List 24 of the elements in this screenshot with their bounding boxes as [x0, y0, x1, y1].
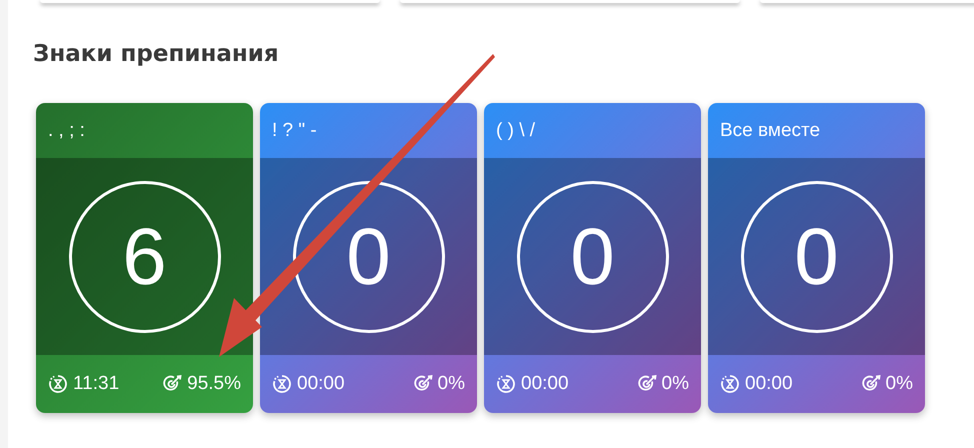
time-text: 00:00 [297, 373, 345, 395]
accuracy-text: 95.5% [187, 373, 241, 395]
accuracy-text: 0% [886, 373, 913, 395]
accuracy-text: 0% [438, 373, 465, 395]
card-title: ! ? " - [272, 120, 317, 142]
card-title: ( ) \ / [496, 120, 536, 142]
timer-icon [48, 374, 68, 394]
timer-icon [720, 374, 740, 394]
count-circle: 0 [740, 180, 892, 332]
lesson-card[interactable]: . , ; : 6 11:31 95.5% [36, 103, 253, 413]
count-circle: 6 [68, 180, 220, 332]
time-text: 11:31 [73, 373, 120, 395]
lesson-card[interactable]: Все вместе 0 00:00 0% [708, 103, 925, 413]
timer-icon [496, 374, 516, 394]
card-title: Все вместе [720, 120, 820, 142]
lesson-card[interactable]: ! ? " - 0 00:00 0% [260, 103, 477, 413]
lesson-card[interactable]: ( ) \ / 0 00:00 0% [484, 103, 701, 413]
count-circle: 0 [516, 180, 668, 332]
card-title: . , ; : [48, 120, 85, 142]
timer-icon [272, 374, 292, 394]
accuracy-text: 0% [662, 373, 689, 395]
section-title: Знаки препинания [32, 40, 280, 69]
time-text: 00:00 [521, 373, 569, 395]
time-text: 00:00 [745, 373, 793, 395]
